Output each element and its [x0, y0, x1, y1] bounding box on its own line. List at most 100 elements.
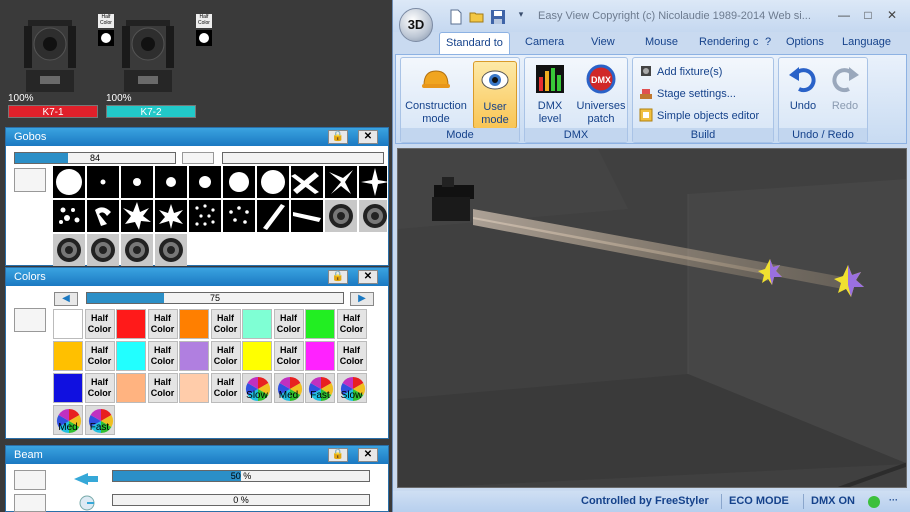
- fixture-k7-2[interactable]: Half Color 100% K7-2: [106, 12, 212, 120]
- half-color-button[interactable]: Half Color: [84, 373, 115, 403]
- half-color-button[interactable]: Half Color: [336, 309, 367, 339]
- color-open-button[interactable]: [14, 308, 46, 332]
- maximize-button[interactable]: □: [857, 8, 879, 24]
- 3d-viewport[interactable]: [397, 148, 907, 488]
- redo-button[interactable]: Redo: [825, 61, 865, 113]
- gobos-panel: Gobos 🔒 ✕ 84: [5, 127, 389, 266]
- zoom-icon: [74, 473, 98, 485]
- color-swatch[interactable]: [53, 309, 83, 339]
- color-swatch[interactable]: [242, 309, 272, 339]
- tab-options[interactable]: Options: [786, 36, 824, 48]
- half-color-button[interactable]: Half Color: [273, 309, 304, 339]
- group-label: Build: [633, 128, 773, 142]
- stage-settings-button[interactable]: Stage settings...: [639, 86, 736, 100]
- tab-help[interactable]: ?: [765, 36, 771, 48]
- half-color-button[interactable]: Half Color: [336, 341, 367, 371]
- wheel-speed-label: Med: [278, 390, 299, 401]
- half-color-button[interactable]: Half Color: [210, 373, 241, 403]
- beam-panel: Beam 🔒 ✕ 50 % 0 %: [5, 445, 389, 512]
- half-color-button[interactable]: Half Color: [210, 309, 241, 339]
- color-swatch[interactable]: [305, 309, 335, 339]
- close-button[interactable]: ✕: [358, 270, 378, 284]
- color-wheel-fast-button[interactable]: Fast: [84, 405, 115, 435]
- color-swatch[interactable]: [116, 309, 146, 339]
- close-button[interactable]: ✕: [358, 448, 378, 462]
- close-button[interactable]: ✕: [358, 130, 378, 144]
- undo-button[interactable]: Undo: [783, 61, 823, 113]
- tab-mouse[interactable]: Mouse: [645, 36, 678, 48]
- undo-icon: [789, 67, 816, 93]
- gobo-open-button[interactable]: [14, 168, 46, 192]
- user-mode-button[interactable]: User mode: [473, 61, 517, 129]
- half-color-button[interactable]: Half Color: [84, 341, 115, 371]
- dmx-status-icon: [868, 496, 880, 508]
- quick-access-more-icon[interactable]: ▾: [513, 9, 529, 25]
- group-label: Mode: [401, 128, 519, 142]
- universes-patch-button[interactable]: DMX Universes patch: [575, 61, 627, 126]
- frost-reset-button[interactable]: [14, 494, 46, 512]
- color-swatch[interactable]: [305, 341, 335, 371]
- lock-icon[interactable]: 🔒: [328, 270, 348, 284]
- status-extra: ···: [889, 495, 898, 505]
- gobo-slider[interactable]: 84: [14, 152, 176, 164]
- gobo-grid: [53, 166, 387, 266]
- group-label: DMX: [525, 128, 627, 142]
- zoom-slider[interactable]: 50 %: [112, 470, 370, 482]
- open-folder-icon[interactable]: [469, 9, 485, 25]
- fixture-k7-1[interactable]: Half Color 100% K7-1: [8, 12, 114, 120]
- wheel-speed-label: Med: [58, 422, 78, 433]
- tab-rendering[interactable]: Rendering c: [699, 36, 758, 48]
- half-color-button[interactable]: Half Color: [84, 309, 115, 339]
- dmx-level-button[interactable]: DMX level: [527, 61, 573, 126]
- zoom-reset-button[interactable]: [14, 470, 46, 490]
- color-swatch[interactable]: [179, 309, 209, 339]
- panel-title: Beam: [14, 449, 43, 461]
- lock-icon[interactable]: 🔒: [328, 448, 348, 462]
- construction-mode-button[interactable]: Construction mode: [403, 61, 469, 126]
- color-wheel-slow-button[interactable]: Slow: [242, 373, 272, 403]
- gobo-option-button[interactable]: [182, 152, 214, 164]
- slider-value: 75: [209, 293, 220, 303]
- half-color-badge: Half Color: [196, 14, 212, 28]
- eco-mode-status[interactable]: ECO MODE: [729, 495, 789, 507]
- color-wheel-fast-button[interactable]: Fast: [305, 373, 335, 403]
- lock-icon[interactable]: 🔒: [328, 130, 348, 144]
- color-swatch[interactable]: [116, 373, 146, 403]
- color-wheel-slow-button[interactable]: Slow: [336, 373, 367, 403]
- color-next-arrow[interactable]: ▶: [350, 292, 374, 306]
- dmx-group: DMX level DMX Universes patch DMX: [524, 57, 628, 143]
- color-swatch[interactable]: [53, 373, 83, 403]
- status-bar: Controlled by FreeStyler ECO MODE DMX ON…: [393, 491, 910, 512]
- color-swatch[interactable]: [179, 373, 209, 403]
- color-prev-arrow[interactable]: ◀: [54, 292, 78, 306]
- tab-language[interactable]: Language: [842, 36, 891, 48]
- color-wheel-med-button[interactable]: Med: [53, 405, 83, 435]
- half-color-button[interactable]: Half Color: [273, 341, 304, 371]
- add-fixture-button[interactable]: Add fixture(s): [639, 64, 722, 78]
- ribbon: Construction mode User mode Mode DMX lev…: [395, 54, 907, 144]
- tab-standard-tools[interactable]: Standard to: [439, 32, 510, 55]
- color-swatch[interactable]: [242, 341, 272, 371]
- half-color-button[interactable]: Half Color: [210, 341, 241, 371]
- frost-slider[interactable]: 0 %: [112, 494, 370, 506]
- half-color-button[interactable]: Half Color: [147, 341, 178, 371]
- gobo-rotation-slider[interactable]: [222, 152, 384, 164]
- color-swatch[interactable]: [116, 341, 146, 371]
- half-color-button[interactable]: Half Color: [147, 373, 178, 403]
- color-slider[interactable]: 75: [86, 292, 344, 304]
- color-grid: Half Color Half Color Half Color Half Color…: [53, 309, 383, 437]
- simple-objects-editor-button[interactable]: Simple objects editor: [639, 108, 759, 122]
- tab-view[interactable]: View: [591, 36, 615, 48]
- half-color-button[interactable]: Half Color: [147, 309, 178, 339]
- save-icon[interactable]: [490, 9, 506, 25]
- new-file-icon[interactable]: [448, 9, 464, 25]
- stage-scene: [398, 149, 906, 487]
- close-window-button[interactable]: ✕: [881, 8, 903, 24]
- color-swatch[interactable]: [53, 341, 83, 371]
- tab-camera[interactable]: Camera: [525, 36, 564, 48]
- color-wheel-med-button[interactable]: Med: [273, 373, 304, 403]
- panel-title: Gobos: [14, 131, 47, 143]
- minimize-button[interactable]: —: [833, 8, 855, 24]
- color-swatch[interactable]: [179, 341, 209, 371]
- easy-view-window: 3D ▾ Easy View Copyright (c) Nicolaudie …: [392, 0, 910, 512]
